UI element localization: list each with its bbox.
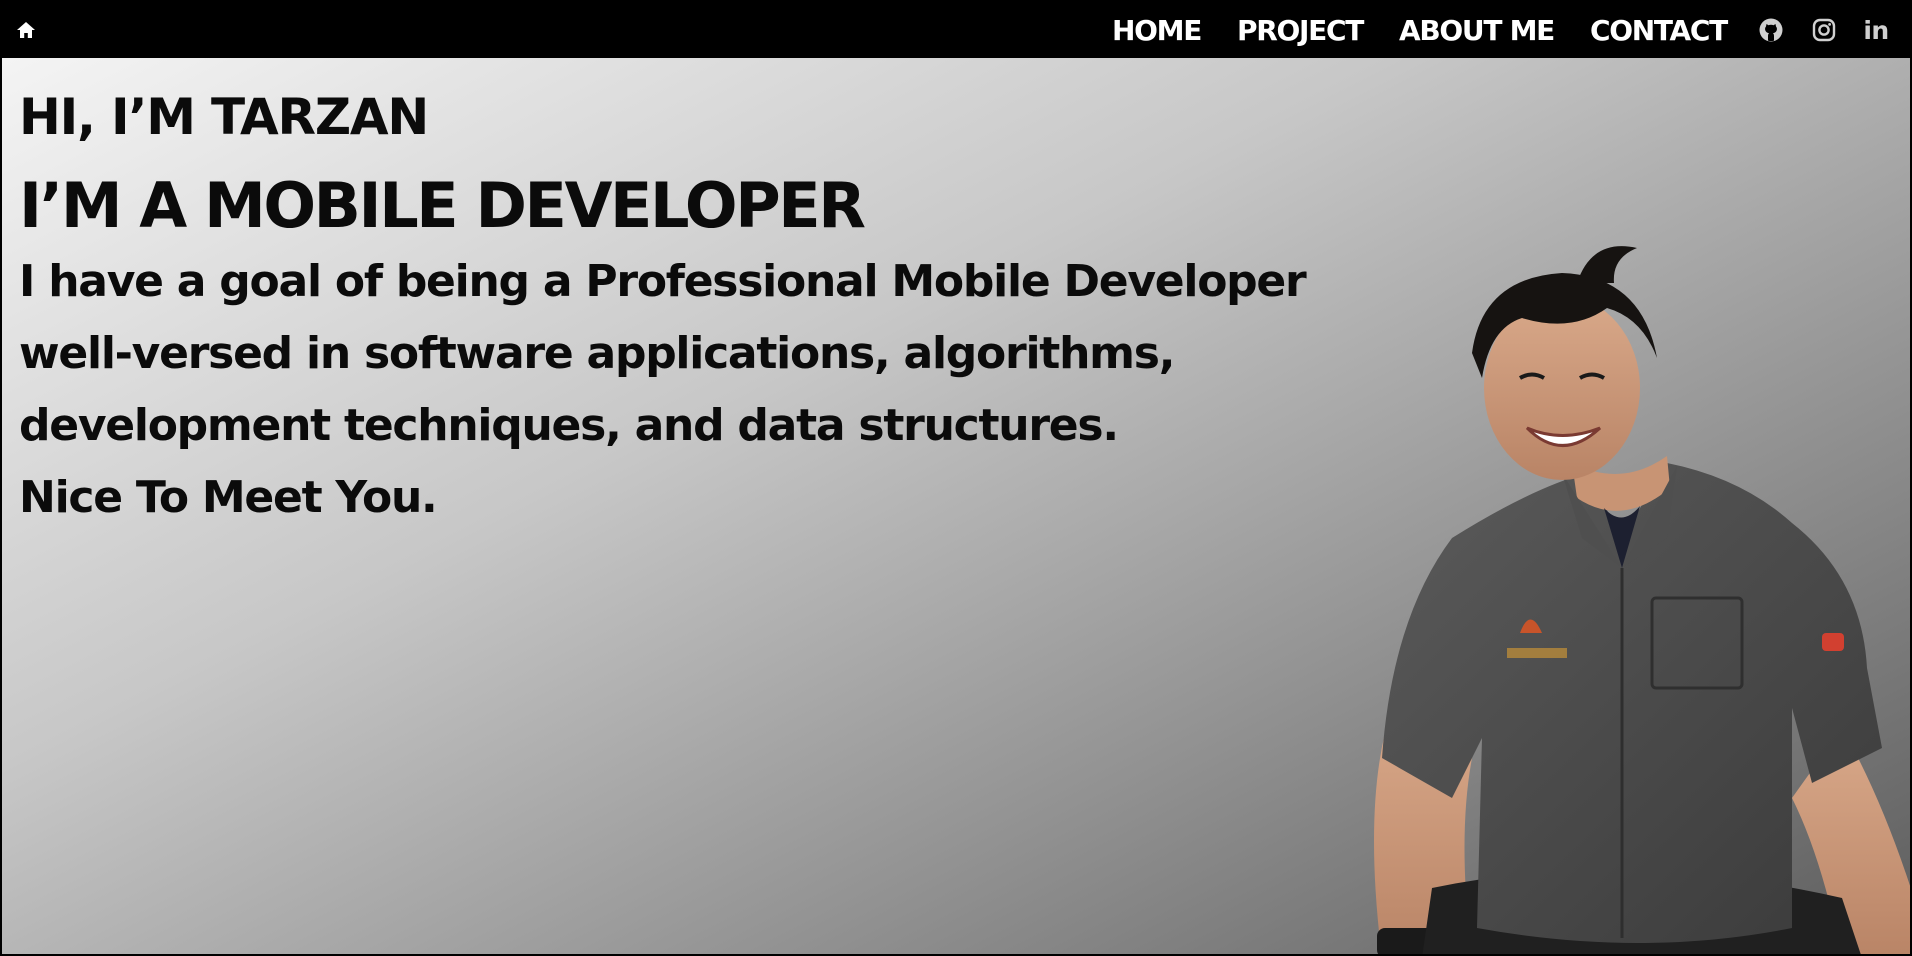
github-icon[interactable] xyxy=(1757,16,1785,44)
hero-text-block: HI, I’M TARZAN I’M A MOBILE DEVELOPER I … xyxy=(19,88,1319,534)
hero-role: I’M A MOBILE DEVELOPER xyxy=(19,169,866,242)
page-frame: HOME PROJECT ABOUT ME CONTACT in HI, I’M… xyxy=(0,0,1912,956)
nav-project-link[interactable]: PROJECT xyxy=(1237,14,1364,47)
nav-contact-link[interactable]: CONTACT xyxy=(1590,14,1728,47)
top-navbar: HOME PROJECT ABOUT ME CONTACT in xyxy=(2,2,1910,58)
linkedin-icon[interactable]: in xyxy=(1862,15,1890,45)
bio-line: I have a goal of being a Professional Mo… xyxy=(19,256,1307,307)
nav-home-link[interactable]: HOME xyxy=(1112,14,1202,47)
nav-about-me-link[interactable]: ABOUT ME xyxy=(1399,14,1555,47)
instagram-icon[interactable] xyxy=(1810,16,1838,44)
bio-line: Nice To Meet You. xyxy=(19,472,438,523)
home-icon[interactable] xyxy=(14,18,38,42)
hero-section: HI, I’M TARZAN I’M A MOBILE DEVELOPER I … xyxy=(2,58,1910,954)
bio-line: well-versed in software applications, al… xyxy=(19,328,1175,379)
nav-links: HOME PROJECT ABOUT ME CONTACT xyxy=(1112,2,1728,58)
linkedin-icon-text: in xyxy=(1863,15,1889,45)
profile-photo xyxy=(1322,238,1910,954)
hero-greeting: HI, I’M TARZAN xyxy=(19,88,429,146)
bio-line: development techniques, and data structu… xyxy=(19,400,1119,451)
hero-bio: I have a goal of being a Professional Mo… xyxy=(19,246,1319,534)
